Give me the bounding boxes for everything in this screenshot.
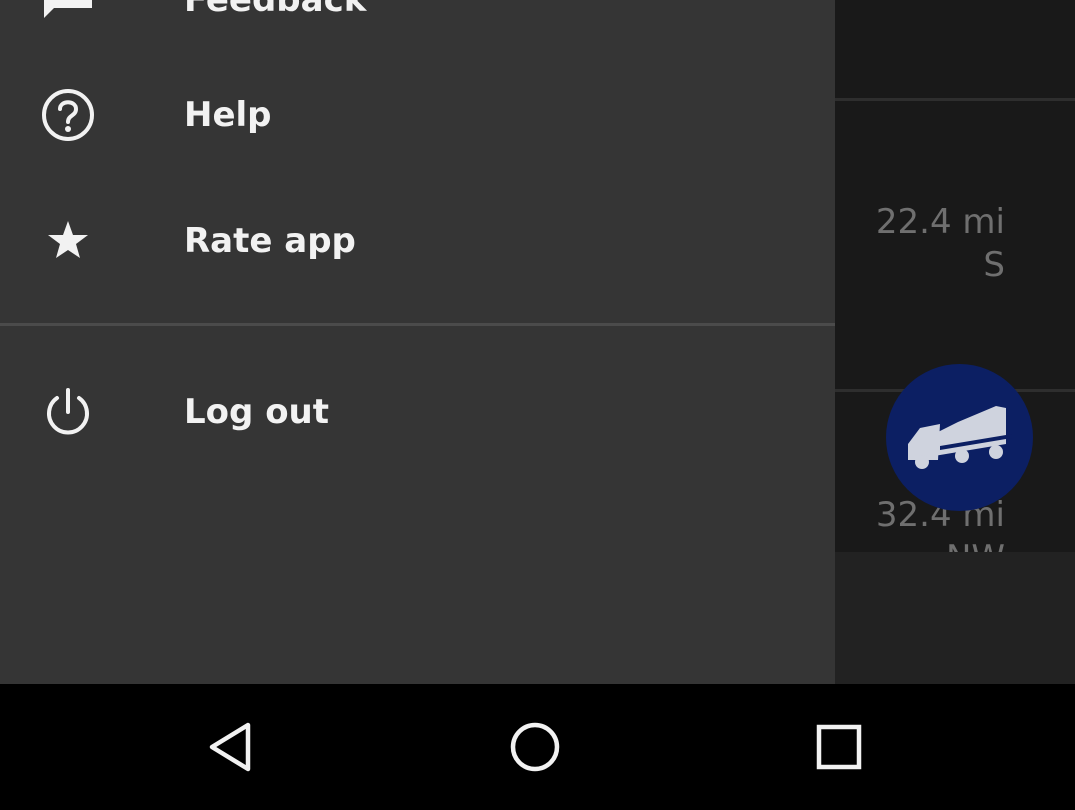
navigation-drawer: Feedback Help Rate app Log out <box>0 0 835 684</box>
system-navigation-bar <box>0 684 1075 810</box>
star-icon <box>40 213 96 269</box>
drawer-divider <box>0 323 835 326</box>
drawer-item-label: Log out <box>184 392 330 432</box>
drawer-item-label: Help <box>184 95 272 135</box>
drawer-item-label: Feedback <box>184 0 367 20</box>
direction-text: NW <box>946 537 1005 552</box>
distance-text: 22.4 mi <box>875 202 1005 242</box>
recents-button[interactable] <box>779 684 899 810</box>
drawer-item-feedback[interactable]: Feedback <box>0 0 835 60</box>
direction-text: S <box>983 245 1005 285</box>
home-icon <box>510 722 560 772</box>
back-icon <box>209 722 251 772</box>
home-button[interactable] <box>475 684 595 810</box>
truck-fab-button[interactable] <box>886 364 1033 511</box>
help-icon <box>40 87 96 143</box>
feedback-icon <box>40 0 96 28</box>
back-button[interactable] <box>172 684 292 810</box>
background-footer <box>835 552 1075 684</box>
list-item[interactable]: 22.4 mi S <box>835 101 1075 389</box>
recents-icon <box>816 724 862 770</box>
truck-icon <box>907 405 1012 469</box>
drawer-item-rate-app[interactable]: Rate app <box>0 181 835 301</box>
power-icon <box>40 384 96 440</box>
drawer-item-log-out[interactable]: Log out <box>0 352 835 472</box>
drawer-item-help[interactable]: Help <box>0 55 835 175</box>
drawer-item-label: Rate app <box>184 221 356 261</box>
